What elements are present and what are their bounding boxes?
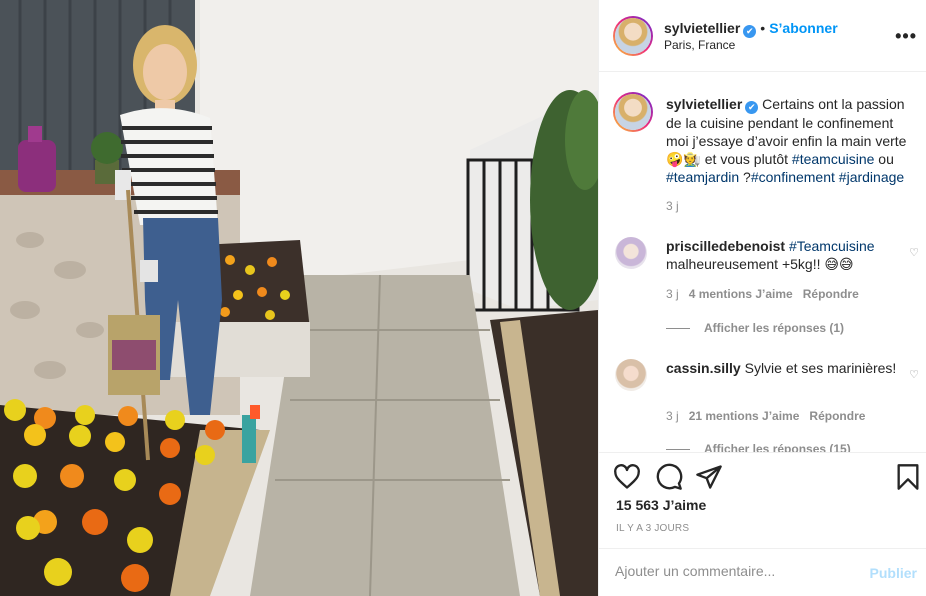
- caption-age[interactable]: 3 j: [666, 199, 679, 213]
- show-replies-button[interactable]: Afficher les réponses (15): [666, 442, 851, 452]
- comment-meta: 3 j 21 mentions J’aime Répondre: [666, 409, 865, 423]
- commenter-username[interactable]: cassin.silly: [666, 360, 741, 376]
- comment-likes[interactable]: 4 mentions J’aime: [689, 287, 793, 301]
- comment-meta: 3 j 4 mentions J’aime Répondre: [666, 287, 859, 301]
- caption-text: sylvietellier ✔ Certains ont la passion d…: [666, 95, 916, 186]
- likes-count[interactable]: 15 563 J’aime: [616, 497, 706, 513]
- show-replies-button[interactable]: Afficher les réponses (1): [666, 321, 844, 335]
- hashtag-link[interactable]: #teamcuisine: [792, 151, 875, 167]
- garden-photo-illustration: [0, 0, 598, 596]
- comment-age[interactable]: 3 j: [666, 409, 679, 423]
- post-actions: 15 563 J’aime IL Y A 3 JOURS: [599, 452, 926, 548]
- comment-likes[interactable]: 21 mentions J’aime: [689, 409, 800, 423]
- more-options-icon[interactable]: •••: [895, 26, 917, 47]
- post-location[interactable]: Paris, France: [664, 38, 735, 52]
- show-replies-label[interactable]: Afficher les réponses (15): [704, 442, 851, 452]
- commenter-username[interactable]: priscilledebenoist: [666, 238, 785, 254]
- separator-dot: •: [760, 20, 766, 36]
- author-username[interactable]: sylvietellier: [664, 20, 740, 36]
- replies-divider: [666, 449, 690, 451]
- caption-username[interactable]: sylvietellier: [666, 96, 742, 112]
- post-photo[interactable]: [0, 0, 598, 596]
- commenter-avatar[interactable]: [615, 237, 647, 269]
- author-avatar[interactable]: [613, 16, 653, 56]
- hashtag-link[interactable]: #teamjardin: [666, 169, 739, 185]
- comment-text: cassin.silly Sylvie et ses marinières!: [666, 359, 916, 377]
- comments-section[interactable]: sylvietellier ✔ Certains ont la passion d…: [599, 72, 926, 452]
- header-user-line: sylvietellier ✔ • S’abonner: [664, 20, 838, 38]
- commenter-avatar[interactable]: [615, 359, 647, 391]
- comment-like-icon[interactable]: ♡: [909, 368, 919, 381]
- caption-connector: ou: [874, 151, 894, 167]
- follow-button[interactable]: S’abonner: [769, 20, 837, 36]
- replies-divider: [666, 328, 690, 330]
- comment-body: Sylvie et ses marinières!: [740, 360, 897, 376]
- caption-connector: ?: [739, 169, 751, 185]
- comment-body: malheureusement +5kg!! 😅😅: [666, 256, 854, 272]
- publish-button[interactable]: Publier: [870, 565, 917, 581]
- add-comment-bar: Publier: [599, 548, 926, 596]
- hashtag-link[interactable]: #jardinage: [839, 169, 904, 185]
- reply-button[interactable]: Répondre: [809, 409, 865, 423]
- comment-icon[interactable]: [655, 463, 683, 491]
- post-side-panel: sylvietellier ✔ • S’abonner Paris, France •…: [598, 0, 926, 596]
- comment-text: priscilledebenoist #Teamcuisine malheure…: [666, 237, 916, 273]
- heart-icon[interactable]: [613, 463, 641, 491]
- reply-button[interactable]: Répondre: [803, 287, 859, 301]
- paper-plane-icon[interactable]: [695, 463, 723, 491]
- comment-age[interactable]: 3 j: [666, 287, 679, 301]
- post-header: sylvietellier ✔ • S’abonner Paris, France •…: [599, 0, 926, 72]
- post-timestamp[interactable]: IL Y A 3 JOURS: [616, 523, 689, 534]
- show-replies-label[interactable]: Afficher les réponses (1): [704, 321, 844, 335]
- caption-author-avatar[interactable]: [613, 92, 653, 132]
- verified-badge-icon: ✔: [745, 101, 759, 114]
- comment-input[interactable]: [615, 563, 855, 579]
- bookmark-icon[interactable]: [894, 463, 922, 491]
- comment-like-icon[interactable]: ♡: [909, 246, 919, 259]
- hashtag-link[interactable]: #Teamcuisine: [789, 238, 875, 254]
- verified-badge-icon: ✔: [743, 25, 757, 38]
- hashtag-link[interactable]: #confinement: [751, 169, 835, 185]
